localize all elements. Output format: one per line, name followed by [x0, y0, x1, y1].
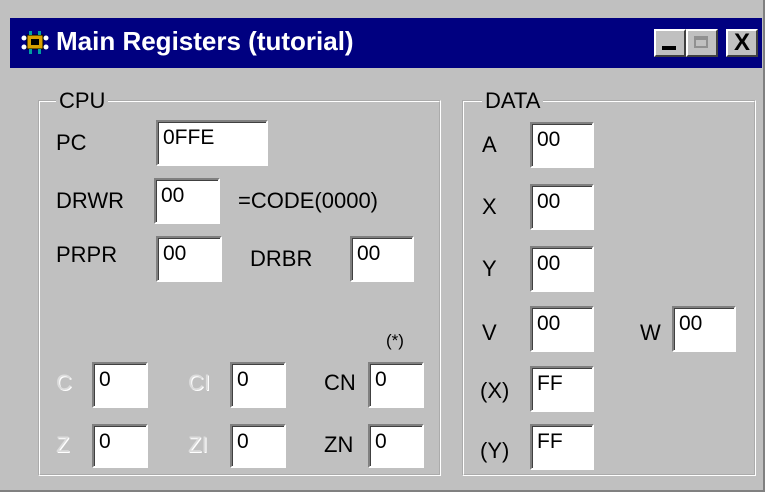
- zn-flag-field[interactable]: 0: [368, 424, 424, 468]
- y-register-field[interactable]: 00: [530, 246, 594, 292]
- close-icon: X: [733, 29, 750, 56]
- drbr-field[interactable]: 00: [350, 236, 414, 282]
- a-register-field[interactable]: 00: [530, 122, 594, 168]
- pc-label: PC: [56, 130, 87, 155]
- cn-flag-field[interactable]: 0: [368, 362, 424, 408]
- y-register-label: Y: [482, 256, 497, 281]
- close-button[interactable]: X: [726, 29, 758, 57]
- zi-flag-label: ZI: [188, 432, 208, 457]
- w-register-label: W: [640, 320, 661, 345]
- title-bar[interactable]: Main Registers (tutorial) X: [10, 18, 762, 68]
- drwr-field[interactable]: 00: [154, 178, 220, 224]
- pc-field[interactable]: 0FFE: [156, 120, 268, 166]
- prpr-field[interactable]: 00: [156, 236, 222, 282]
- z-flag-label: Z: [56, 432, 70, 457]
- ci-flag-label: CI: [188, 370, 210, 395]
- cpu-group-label: CPU: [56, 88, 109, 114]
- data-group: DATA A 00 X 00 Y 00 V 00 W 00 (X) FF (Y)…: [462, 88, 756, 476]
- window-title: Main Registers (tutorial): [56, 26, 354, 56]
- c-flag-label: C: [56, 370, 72, 395]
- c-flag-field[interactable]: 0: [92, 362, 148, 408]
- drbr-label: DRBR: [250, 246, 313, 271]
- zn-flag-label: ZN: [324, 432, 354, 457]
- y-indirect-field[interactable]: FF: [530, 424, 594, 470]
- z-flag-field[interactable]: 0: [92, 424, 148, 468]
- cpu-group: CPU PC 0FFE DRWR 00 =CODE(0000) PRPR 00 …: [38, 88, 441, 476]
- data-group-label: DATA: [482, 88, 544, 114]
- v-register-label: V: [482, 320, 497, 345]
- v-register-field[interactable]: 00: [530, 306, 594, 352]
- ci-flag-field[interactable]: 0: [230, 362, 286, 408]
- zi-flag-field[interactable]: 0: [230, 424, 286, 468]
- x-indirect-field[interactable]: FF: [530, 366, 594, 412]
- x-indirect-label: (X): [480, 378, 510, 403]
- cpu-app-icon: [21, 31, 49, 54]
- maximize-button[interactable]: [686, 29, 718, 57]
- drwr-label: DRWR: [56, 188, 125, 213]
- main-registers-window: Main Registers (tutorial) X CPU PC 0FFE …: [0, 0, 765, 492]
- drwr-code-annotation: =CODE(0000): [238, 188, 379, 213]
- cn-flag-label: CN: [324, 370, 356, 395]
- star-note: (*): [386, 331, 404, 350]
- w-register-field[interactable]: 00: [672, 306, 736, 352]
- a-register-label: A: [482, 132, 497, 157]
- x-register-field[interactable]: 00: [530, 184, 594, 230]
- x-register-label: X: [482, 194, 497, 219]
- y-indirect-label: (Y): [480, 438, 510, 463]
- prpr-label: PRPR: [56, 242, 118, 267]
- minimize-button[interactable]: [654, 29, 686, 57]
